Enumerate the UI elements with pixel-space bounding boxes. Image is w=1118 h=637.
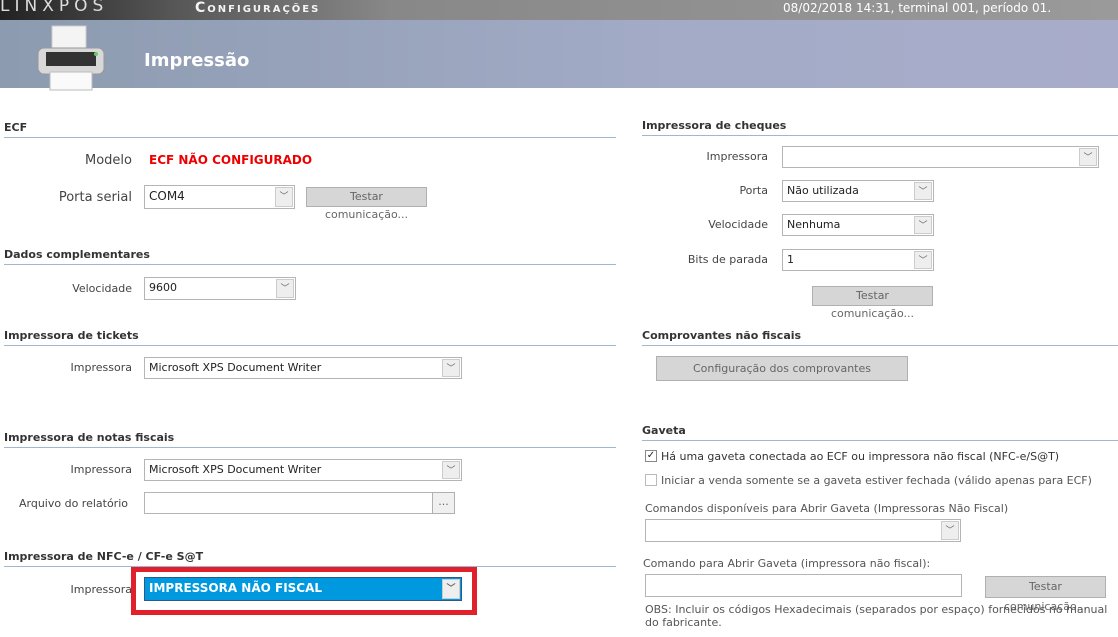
gaveta-checkbox-1-label: Há uma gaveta conectada ao ECF ou impres…	[661, 450, 1060, 463]
page-header: Impressão	[0, 20, 1118, 91]
gaveta-checkbox-1[interactable]: ✓	[645, 450, 657, 462]
top-bar: LINXPOS Configurações 08/02/2018 14:31, …	[0, 0, 1118, 20]
chevron-down-icon: ﹀	[442, 461, 460, 479]
arquivo-label: Arquivo do relatório	[18, 497, 128, 510]
nfce-impressora-label: Impressora	[70, 583, 132, 596]
comando-label: Comando para Abrir Gaveta (impressora nã…	[643, 557, 931, 570]
nfce-impressora-value: IMPRESSORA NÃO FISCAL	[149, 581, 323, 595]
obs-text: OBS: Incluir os códigos Hexadecimais (se…	[645, 603, 1108, 629]
arquivo-input[interactable]	[144, 492, 433, 514]
modelo-label: Modelo	[85, 153, 132, 168]
tickets-impressora-select[interactable]: Microsoft XPS Document Writer ﹀	[144, 357, 462, 379]
porta-serial-select[interactable]: COM4 ﹀	[144, 185, 295, 209]
cheques-porta-value: Não utilizada	[787, 184, 859, 197]
chevron-down-icon: ﹀	[442, 359, 460, 377]
section-cheques: Impressora de cheques	[642, 119, 1118, 136]
page-title: Impressão	[144, 50, 250, 71]
browse-button[interactable]: ...	[432, 492, 455, 514]
cheques-velocidade-label: Velocidade	[708, 218, 768, 231]
porta-serial-value: COM4	[149, 189, 185, 203]
tickets-impressora-value: Microsoft XPS Document Writer	[149, 361, 322, 374]
comando-input[interactable]	[645, 574, 962, 597]
modelo-value: ECF NÃO CONFIGURADO	[149, 153, 313, 167]
section-notas: Impressora de notas fiscais	[4, 431, 616, 448]
chevron-down-icon: ﹀	[914, 182, 932, 200]
gaveta-test-button[interactable]: Testar comunicação...	[985, 576, 1106, 613]
section-nfce: Impressora de NFC-e / CF-e S@T	[4, 550, 616, 567]
comandos-label: Comandos disponíveis para Abrir Gaveta (…	[645, 502, 1009, 515]
velocidade-select[interactable]: 9600 ﹀	[144, 277, 296, 300]
printer-icon	[37, 25, 105, 91]
bits-value: 1	[787, 253, 794, 266]
section-tickets: Impressora de tickets	[4, 329, 616, 346]
cheques-impressora-select[interactable]: ﹀	[782, 146, 1099, 168]
ecf-test-button[interactable]: Testar comunicação...	[306, 187, 427, 221]
cheques-velocidade-select[interactable]: Nenhuma ﹀	[782, 214, 934, 236]
bits-label: Bits de parada	[687, 253, 768, 266]
bits-select[interactable]: 1 ﹀	[782, 249, 934, 271]
section-dados: Dados complementares	[4, 248, 616, 265]
cheques-velocidade-value: Nenhuma	[787, 218, 841, 231]
cheques-porta-label: Porta	[739, 184, 768, 197]
velocidade-label: Velocidade	[72, 282, 132, 295]
notas-impressora-value: Microsoft XPS Document Writer	[149, 463, 322, 476]
comprovantes-button[interactable]: Configuração dos comprovantes	[656, 356, 908, 381]
section-comprovantes: Comprovantes não fiscais	[642, 329, 1118, 346]
gaveta-checkbox-2[interactable]	[645, 474, 657, 486]
chevron-down-icon: ﹀	[914, 251, 932, 269]
tickets-impressora-label: Impressora	[70, 361, 132, 374]
notas-impressora-select[interactable]: Microsoft XPS Document Writer ﹀	[144, 459, 462, 481]
comandos-select[interactable]: ﹀	[645, 519, 961, 542]
chevron-down-icon: ﹀	[914, 216, 932, 234]
brand-logo: LINXPOS	[0, 0, 109, 16]
status-text: 08/02/2018 14:31, terminal 001, período …	[783, 1, 1052, 15]
velocidade-value: 9600	[149, 281, 177, 294]
porta-serial-label: Porta serial	[58, 190, 132, 205]
gaveta-checkbox-2-label: Iniciar a venda somente se a gaveta esti…	[661, 474, 1092, 487]
notas-impressora-label: Impressora	[70, 463, 132, 476]
section-gaveta: Gaveta	[642, 424, 1118, 441]
app-title: Configurações	[195, 0, 321, 16]
cheques-impressora-label: Impressora	[706, 150, 768, 163]
section-ecf: ECF	[4, 121, 616, 138]
chevron-down-icon: ﹀	[1079, 148, 1097, 166]
chevron-down-icon: ﹀	[941, 521, 959, 540]
cheques-test-button[interactable]: Testar comunicação...	[812, 286, 933, 320]
cheques-porta-select[interactable]: Não utilizada ﹀	[782, 180, 934, 202]
chevron-down-icon: ﹀	[275, 187, 293, 207]
chevron-down-icon: ﹀	[276, 279, 294, 298]
nfce-impressora-select[interactable]: IMPRESSORA NÃO FISCAL ﹀	[144, 577, 462, 601]
chevron-down-icon: ﹀	[442, 579, 460, 599]
